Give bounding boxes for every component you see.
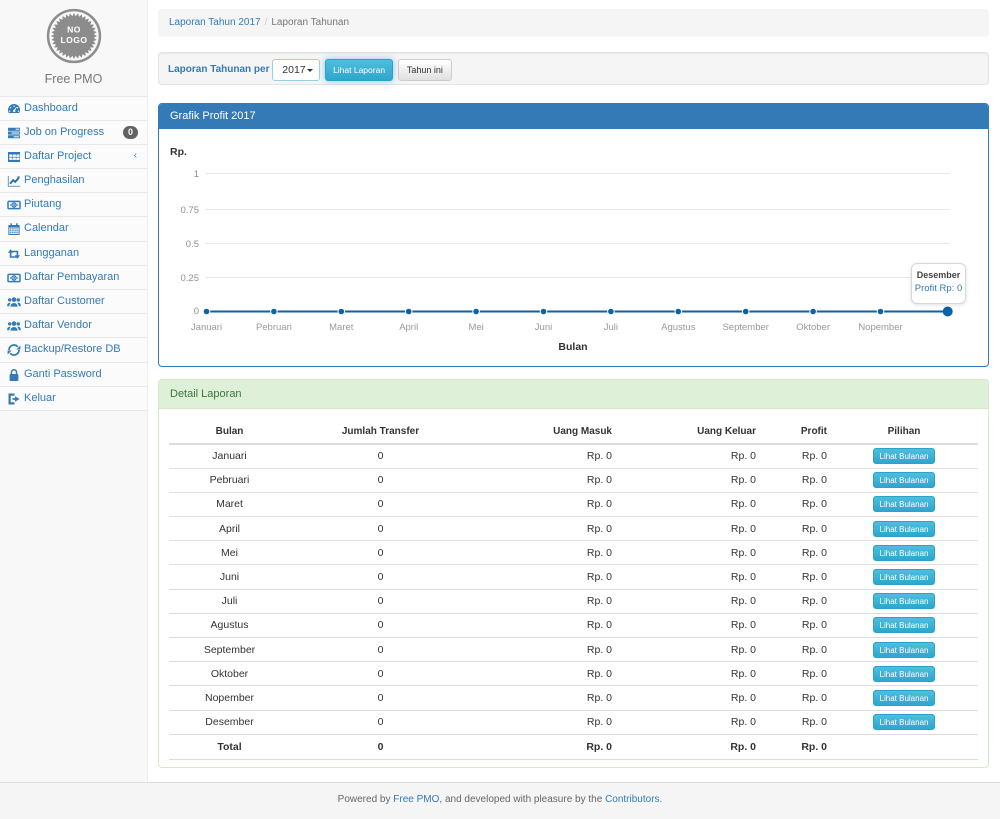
svg-text:Bulan: Bulan: [558, 341, 587, 353]
svg-text:1: 1: [194, 169, 199, 180]
svg-text:Rp.: Rp.: [170, 146, 187, 158]
svg-text:LOGO: LOGO: [60, 35, 87, 45]
svg-text:Juli: Juli: [604, 322, 618, 333]
svg-text:Mei: Mei: [468, 322, 483, 333]
svg-text:Pebruari: Pebruari: [256, 322, 292, 333]
svg-text:Agustus: Agustus: [661, 322, 696, 333]
svg-text:September: September: [722, 322, 768, 333]
svg-text:0: 0: [194, 306, 199, 317]
svg-text:Nopember: Nopember: [858, 322, 902, 333]
svg-text:April: April: [399, 322, 418, 333]
svg-text:0.25: 0.25: [181, 273, 200, 284]
svg-text:Januari: Januari: [191, 322, 222, 333]
svg-text:Juni: Juni: [535, 322, 552, 333]
svg-text:0.75: 0.75: [181, 205, 200, 216]
svg-text:NO: NO: [67, 24, 81, 34]
svg-text:0.5: 0.5: [186, 239, 199, 250]
svg-text:Maret: Maret: [329, 322, 354, 333]
svg-text:Oktober: Oktober: [796, 322, 830, 333]
